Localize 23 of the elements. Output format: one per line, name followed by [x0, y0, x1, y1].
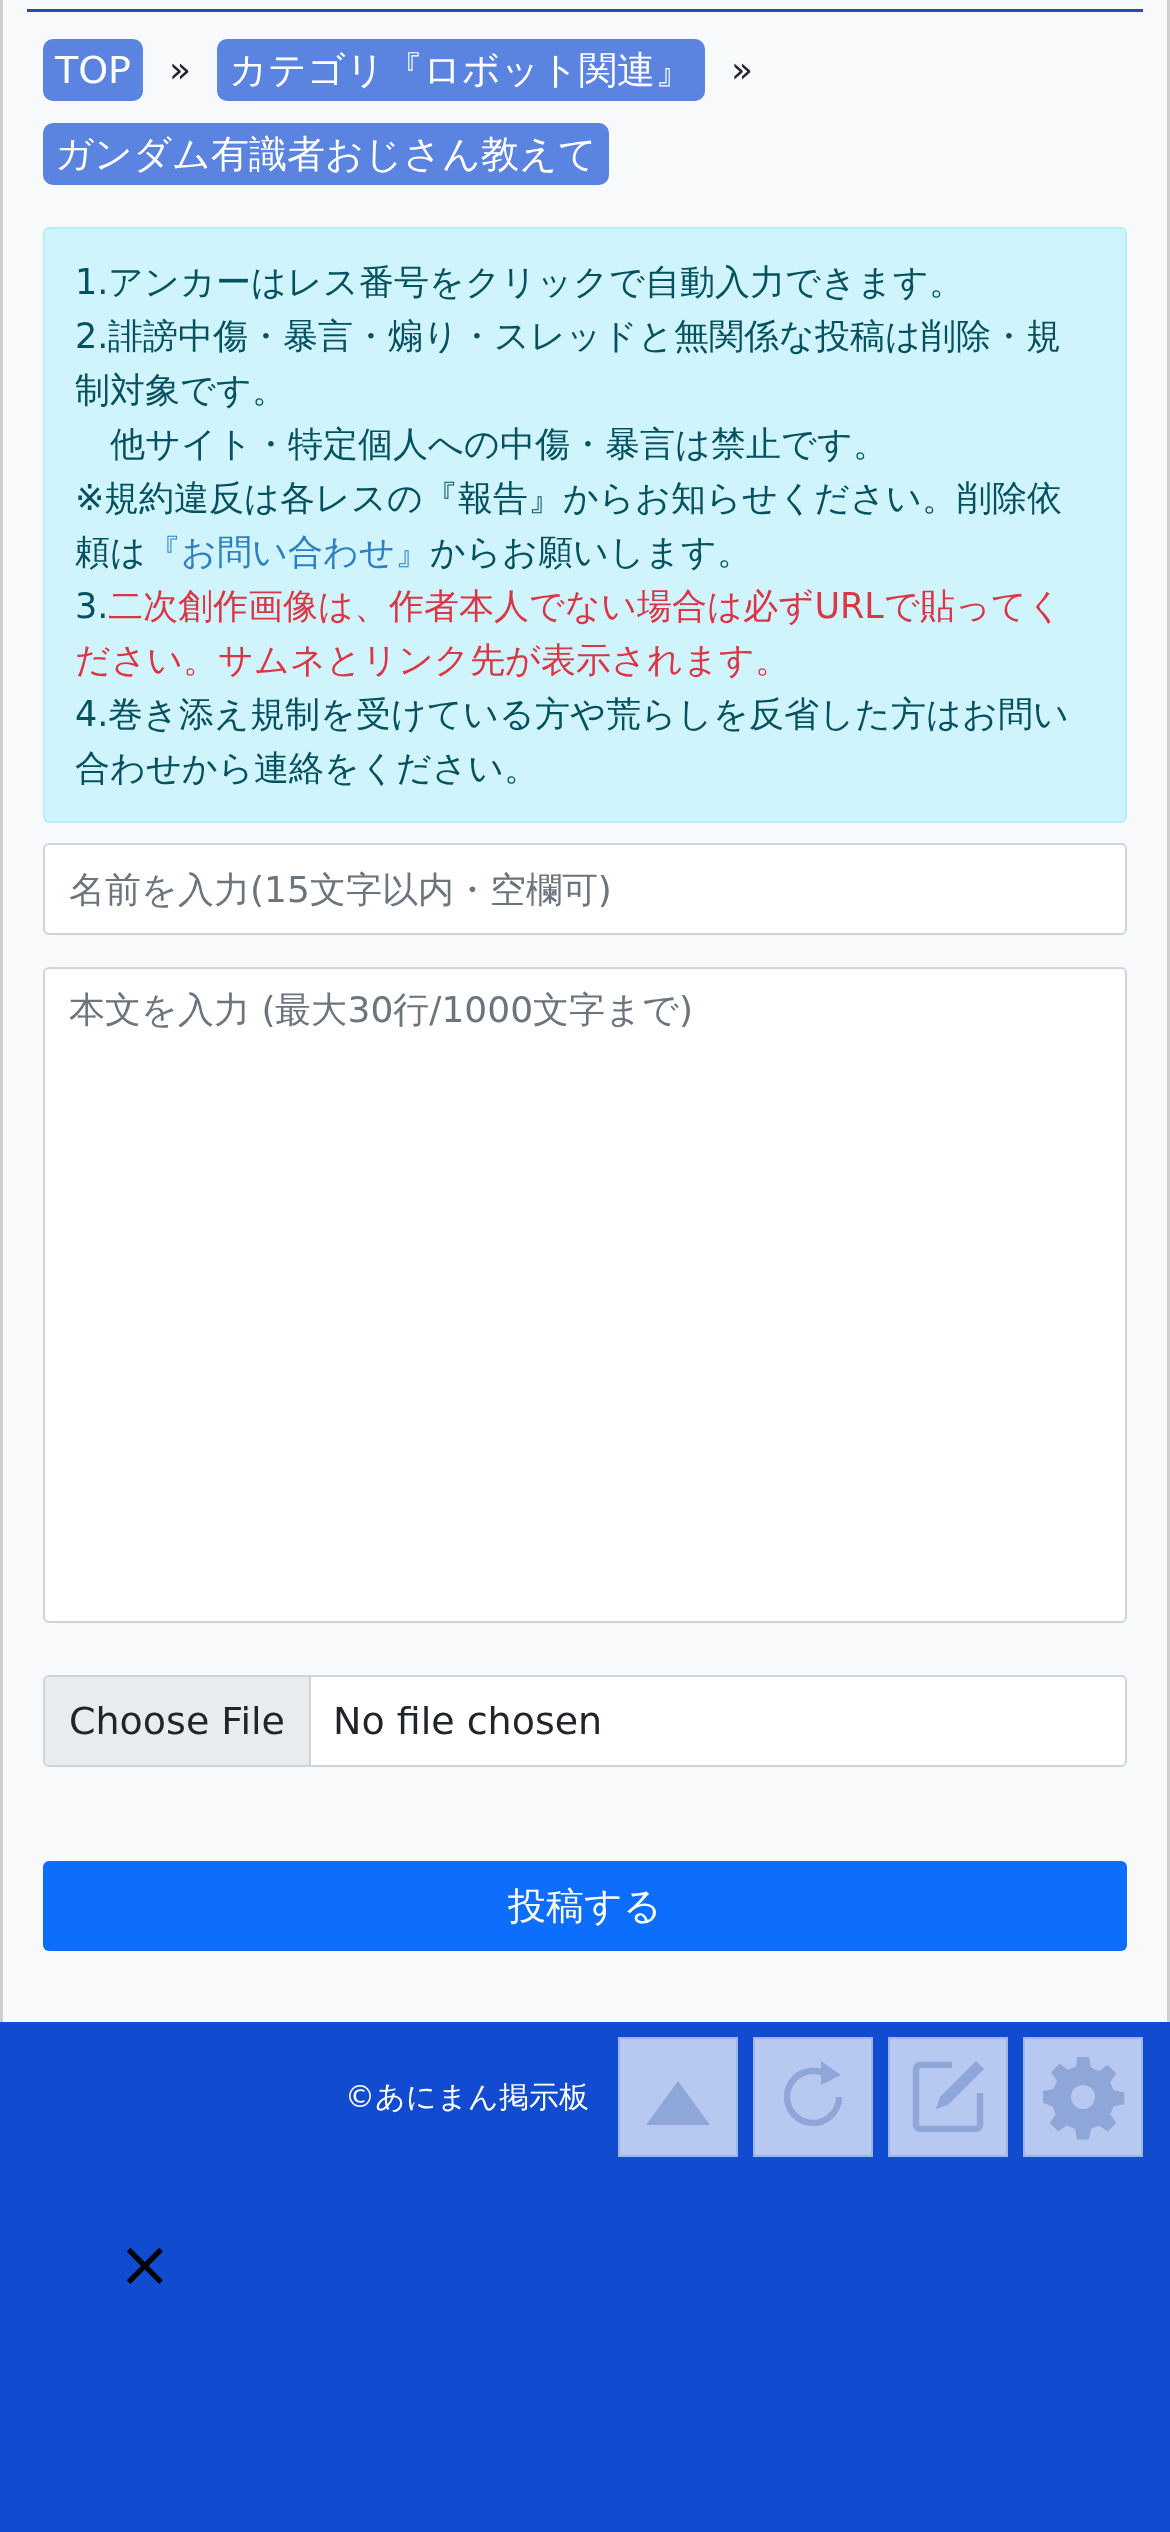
up-triangle-button[interactable]	[618, 2037, 738, 2157]
settings-button[interactable]	[1023, 2037, 1143, 2157]
name-field[interactable]: 名前を入力(15文字以内・空欄可)	[43, 843, 1127, 935]
notice-text: 3.二次創作画像は、作者本人でない場合は必ずURLで貼ってください。サムネとリンク先が表示されます。	[75, 585, 1064, 682]
notice-text: 他サイト・特定個人への中傷・暴言は禁止です。	[109, 423, 889, 466]
reload-button[interactable]	[753, 2037, 873, 2157]
submit-button[interactable]: 投稿する	[43, 1861, 1127, 1951]
breadcrumb-link[interactable]: ガンダム有識者おじさん教えて	[43, 123, 609, 185]
notice-text: 4.巻き添え規制を受けている方や荒らしを反省した方はお問い合わせから連絡をください。	[75, 693, 1071, 790]
edit-button[interactable]	[888, 2037, 1008, 2157]
breadcrumb-separator: »	[169, 48, 192, 92]
body-field[interactable]: 本文を入力 (最大30行/1000文字まで)	[43, 967, 1127, 1623]
breadcrumb-link[interactable]: TOP	[43, 39, 144, 101]
notice-text: 2.誹謗中傷・暴言・煽り・スレッドと無関係な投稿は削除・規制対象です。	[75, 315, 1063, 412]
contact-link[interactable]: 『お問い合わせ』	[146, 532, 430, 572]
file-input[interactable]: Choose File No file chosen	[43, 1675, 1127, 1767]
notice-text: 1.アンカーはレス番号をクリックで自動入力できます。	[75, 261, 966, 304]
breadcrumb-separator: »	[731, 48, 754, 92]
notice-text: ※規約違反は各レスの『報告』からお知らせください。削除依頼は『お問い合わせ』からお願いします。	[75, 477, 1064, 574]
copyright-text: ©あにまん掲示板	[345, 2078, 589, 2116]
close-button[interactable]: ×	[118, 2232, 172, 2296]
file-status: No file chosen	[331, 1697, 604, 1745]
breadcrumb-link[interactable]: カテゴリ『ロボット関連』	[217, 39, 706, 101]
